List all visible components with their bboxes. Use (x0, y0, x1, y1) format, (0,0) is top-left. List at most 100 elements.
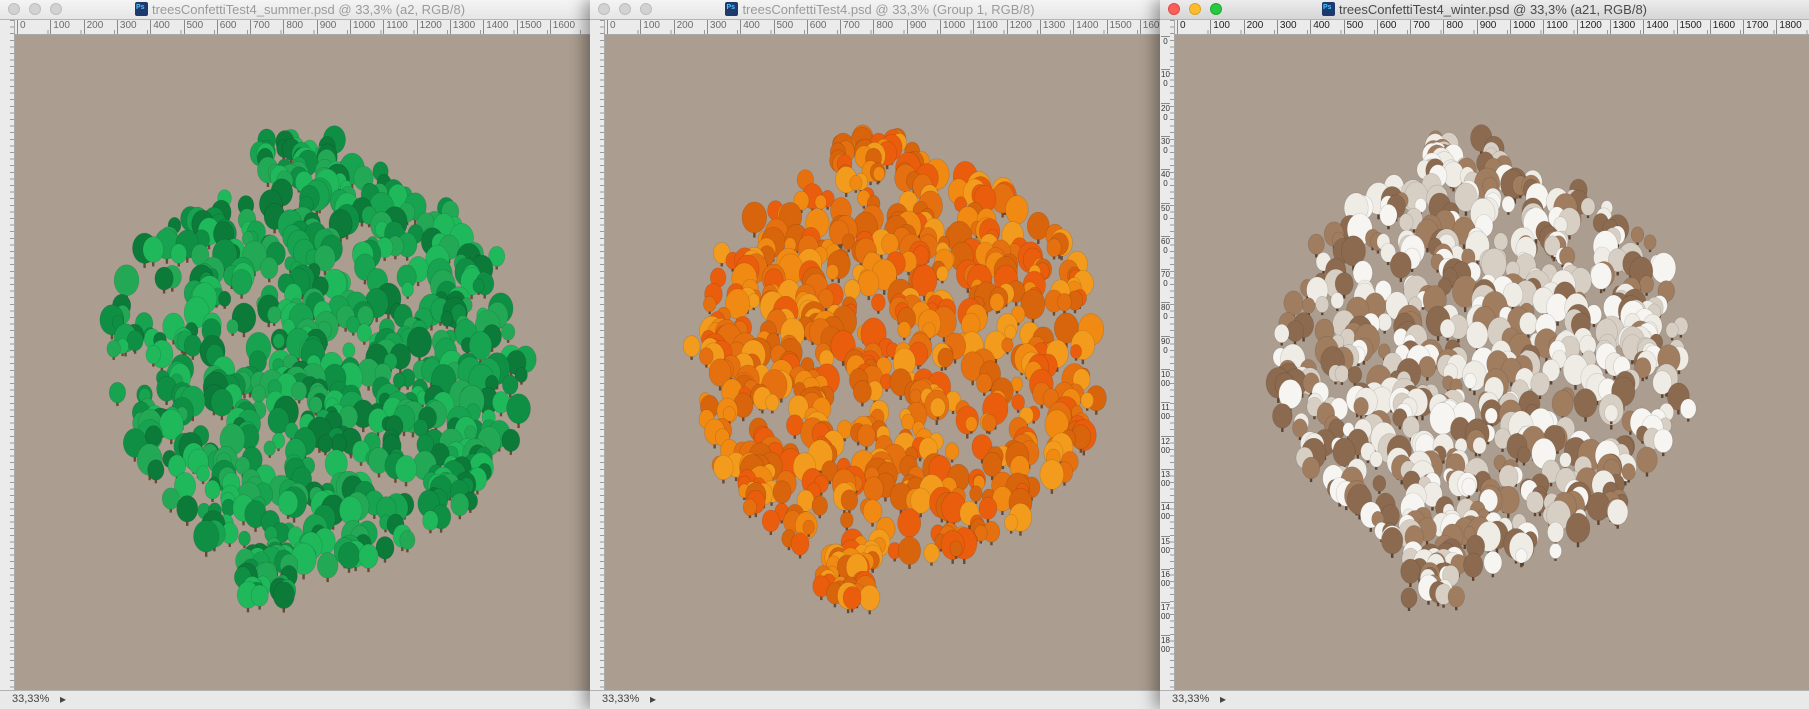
ruler-tick-label: 1500 (516, 20, 542, 34)
zoom-level[interactable]: 33,33% (1172, 693, 1209, 705)
tree-crown (193, 520, 220, 553)
ruler-tick-label: 1400 (1643, 20, 1668, 34)
tree-crown (1653, 428, 1673, 453)
tree-crown (142, 236, 164, 263)
ruler-tick-label: 200 (1161, 102, 1170, 122)
tree-crown (969, 485, 983, 502)
tree-crown (1400, 558, 1421, 584)
vertical-ruler[interactable] (590, 20, 605, 691)
ruler-tick-label: 0 (607, 20, 616, 34)
window-title: treesConfettiTest4_summer.psd @ 33,3% (a… (0, 2, 600, 17)
ruler-tick-label: 300 (116, 20, 137, 34)
tree-crown (859, 584, 881, 611)
document-canvas[interactable] (15, 35, 600, 691)
ruler-tick-label: 200 (83, 20, 103, 34)
ruler-tick-label: 0 (1161, 36, 1170, 46)
status-menu-arrow-icon[interactable]: ▸ (60, 692, 66, 706)
ruler-tick-label: 1200 (1161, 435, 1170, 455)
tree-crown (814, 194, 827, 210)
tree-crown (1549, 543, 1562, 559)
ruler-tick-label: 1800 (1161, 635, 1170, 655)
tree-crown (399, 530, 416, 550)
tree-crown (250, 584, 269, 607)
ruler-tick-label: 600 (216, 20, 236, 34)
tree-crown (1283, 290, 1304, 316)
tree-artwork-summer (99, 125, 537, 613)
tree-crown (802, 519, 815, 535)
ruler-tick-label: 1600 (549, 20, 575, 34)
zoom-level[interactable]: 33,33% (602, 693, 639, 705)
zoom-level[interactable]: 33,33% (12, 693, 49, 705)
tree-crown (1547, 521, 1564, 543)
tree-crown (1639, 275, 1654, 294)
tree-crown (144, 425, 163, 447)
window-titlebar[interactable]: treesConfettiTest4_summer.psd @ 33,3% (a… (0, 0, 600, 20)
ruler-tick-label: 1500 (1161, 535, 1170, 555)
tree-group (99, 125, 537, 613)
tree-crown (840, 489, 859, 511)
window-titlebar[interactable]: treesConfettiTest4.psd @ 33,3% (Group 1,… (590, 0, 1170, 20)
tree-crown (170, 243, 187, 264)
ruler-tick-label: 100 (50, 20, 70, 34)
ruler-tick-label: 300 (1161, 135, 1170, 155)
tree-crown (1369, 451, 1383, 468)
tree-crown (401, 281, 414, 298)
window-title: treesConfettiTest4_winter.psd @ 33,3% (a… (1160, 2, 1809, 17)
tree-crown (238, 530, 251, 547)
status-bar: 33,33% ▸ (590, 690, 1170, 709)
tree-crown (1643, 234, 1657, 251)
tree-crown (1274, 323, 1290, 344)
tree-crown (965, 416, 978, 432)
vertical-ruler[interactable] (0, 20, 15, 691)
horizontal-ruler[interactable]: 0 100 200 300 400 500 600 700 800 900 1000 1100 1200… (14, 20, 600, 35)
horizontal-ruler[interactable]: 0 100 200 300 400 500 600 700 800 900 1000 1100 1200… (604, 20, 1170, 35)
ruler-tick-label: 500 (183, 20, 203, 34)
ruler-tick-label: 400 (1310, 20, 1330, 34)
tree-crown (1515, 548, 1528, 564)
tree-crown (154, 266, 174, 291)
tree-crown (406, 326, 432, 358)
document-window-autumn[interactable]: treesConfettiTest4.psd @ 33,3% (Group 1,… (590, 0, 1170, 709)
tree-crown (394, 455, 418, 483)
ruler-tick-label: 700 (1161, 269, 1170, 289)
ruler-tick-label: 1400 (1161, 502, 1170, 522)
tree-crown (263, 440, 277, 456)
tree-crown (260, 256, 279, 280)
status-menu-arrow-icon[interactable]: ▸ (1220, 692, 1226, 706)
document-window-winter[interactable]: treesConfettiTest4_winter.psd @ 33,3% (a… (1160, 0, 1809, 709)
ruler-tick-label: 200 (673, 20, 693, 34)
ruler-tick-label: 500 (1161, 202, 1170, 222)
document-canvas[interactable] (1175, 35, 1809, 691)
tree-crown (699, 347, 714, 366)
ruler-tick-label: 500 (1343, 20, 1363, 34)
window-titlebar[interactable]: treesConfettiTest4_winter.psd @ 33,3% (a… (1160, 0, 1809, 20)
ruler-tick-label: 700 (250, 20, 270, 34)
vertical-ruler[interactable]: 0 100 200 300 400 500 600 700 800 900 1000 1100 1200… (1160, 20, 1175, 691)
document-window-summer[interactable]: treesConfettiTest4_summer.psd @ 33,3% (a… (0, 0, 600, 709)
tree-crown (982, 413, 997, 432)
tree-crown (1501, 195, 1516, 213)
tree-crown (1447, 586, 1465, 608)
tree-crown (339, 495, 363, 525)
tree-crown (1483, 550, 1503, 575)
status-menu-arrow-icon[interactable]: ▸ (650, 692, 656, 706)
tree-crown (204, 479, 221, 500)
tree-crown (909, 388, 922, 404)
tree-crown (811, 495, 828, 516)
status-bar: 33,33% ▸ (0, 690, 600, 709)
ruler-tick-label: 1400 (1073, 20, 1098, 34)
ruler-tick-label: 1300 (449, 20, 475, 34)
tree-crown (713, 454, 734, 481)
tree-crown (897, 536, 921, 566)
tree-crown (842, 586, 862, 610)
tree-crown (1519, 311, 1538, 335)
ruler-tick-label: 1200 (1576, 20, 1602, 34)
tree-crown (1334, 272, 1354, 296)
tree-crown (472, 278, 485, 294)
ruler-tick-label: 1000 (1161, 369, 1170, 388)
document-canvas[interactable] (605, 35, 1170, 691)
horizontal-ruler[interactable]: 0 100 200 300 400 500 600 700 800 900 1000 1100 1200… (1174, 20, 1809, 35)
ruler-tick-label: 900 (1161, 335, 1170, 355)
ruler-tick-label: 1600 (1709, 20, 1735, 34)
tree-crown (858, 270, 880, 297)
